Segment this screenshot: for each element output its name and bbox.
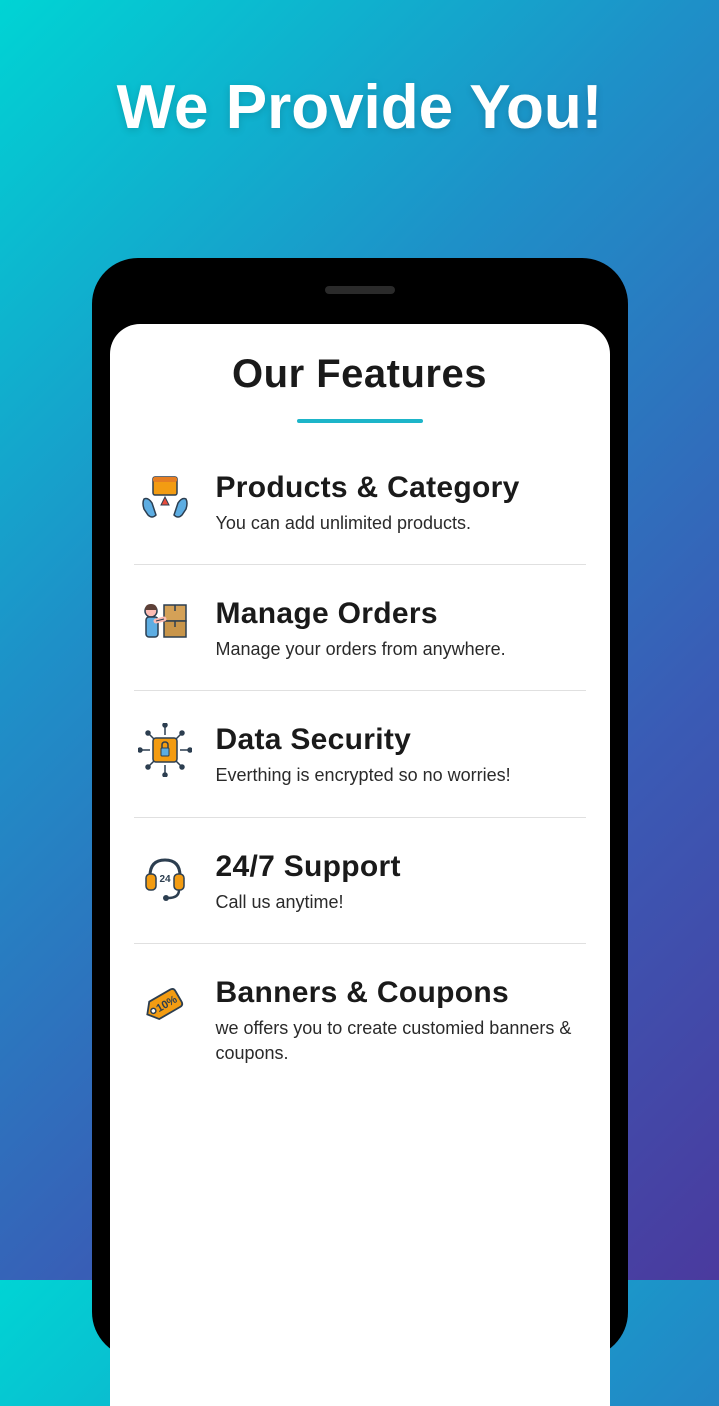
phone-speaker xyxy=(325,286,395,294)
feature-data-security: Data Security Everthing is encrypted so … xyxy=(134,719,586,816)
feature-desc: Call us anytime! xyxy=(216,890,586,915)
feature-products-category: Products & Category You can add unlimite… xyxy=(134,467,586,564)
phone-mockup: Our Features Products & Category You can xyxy=(92,258,628,1358)
divider xyxy=(134,943,586,944)
features-list: Products & Category You can add unlimite… xyxy=(134,467,586,1094)
feature-desc: Everthing is encrypted so no worries! xyxy=(216,763,586,788)
headset-support-icon: 24 xyxy=(138,850,192,904)
divider xyxy=(134,690,586,691)
delivery-person-icon xyxy=(138,597,192,651)
feature-title: 24/7 Support xyxy=(216,850,586,884)
products-hands-icon xyxy=(138,471,192,525)
feature-manage-orders: Manage Orders Manage your orders from an… xyxy=(134,593,586,690)
divider xyxy=(134,564,586,565)
hero-title: We Provide You! xyxy=(0,0,719,143)
feature-desc: we offers you to create customied banner… xyxy=(216,1016,586,1066)
feature-title: Banners & Coupons xyxy=(216,976,586,1010)
feature-banners-coupons: 10% Banners & Coupons we offers you to c… xyxy=(134,972,586,1094)
coupon-tag-icon: 10% xyxy=(138,976,192,1030)
phone-screen: Our Features Products & Category You can xyxy=(110,324,610,1406)
feature-desc: Manage your orders from anywhere. xyxy=(216,637,586,662)
title-underline xyxy=(297,419,423,423)
svg-text:24: 24 xyxy=(159,874,171,885)
feature-title: Products & Category xyxy=(216,471,586,505)
section-title: Our Features xyxy=(134,352,586,397)
feature-support: 24 24/7 Support Call us anytime! xyxy=(134,846,586,943)
security-chip-icon xyxy=(138,723,192,777)
feature-title: Manage Orders xyxy=(216,597,586,631)
divider xyxy=(134,817,586,818)
feature-title: Data Security xyxy=(216,723,586,757)
feature-desc: You can add unlimited products. xyxy=(216,511,586,536)
